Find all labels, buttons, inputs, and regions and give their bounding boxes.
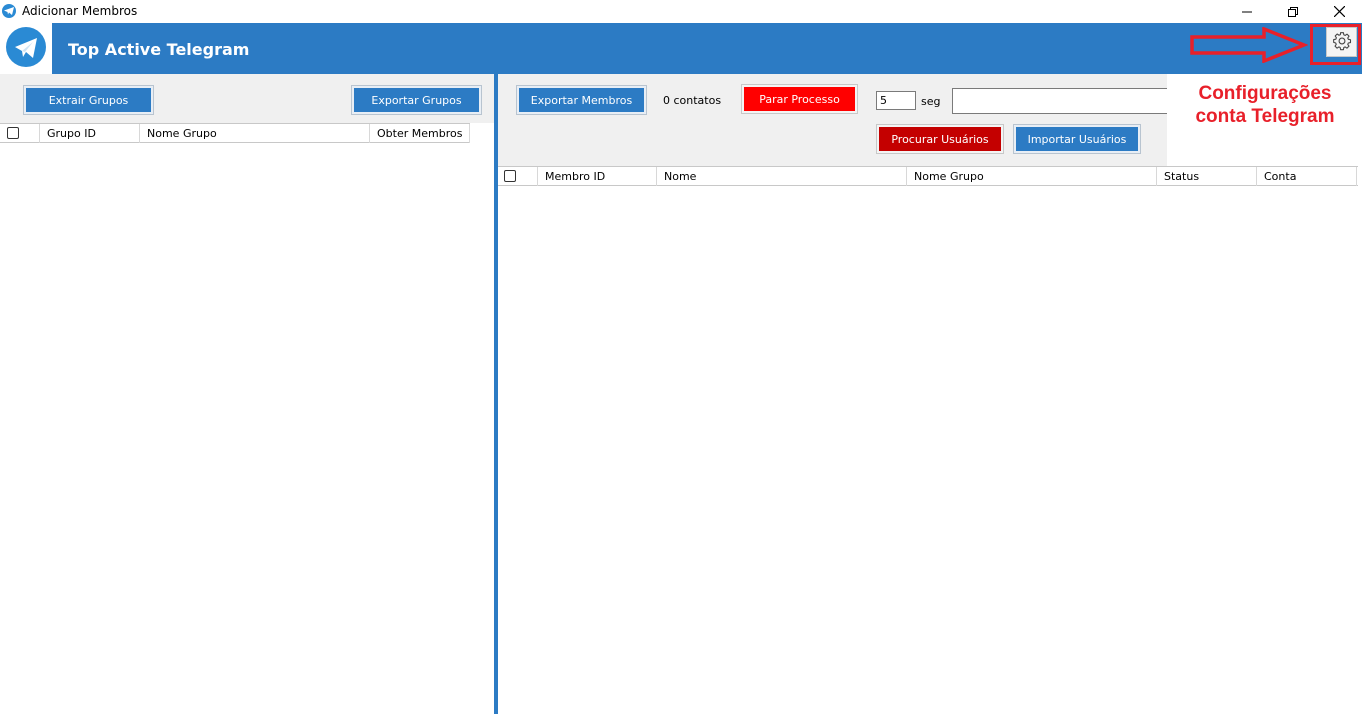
members-table-header: Membro ID Nome Nome Grupo Status Conta [498, 166, 1358, 186]
telegram-logo-icon [0, 23, 52, 74]
arrow-annotation [1190, 27, 1308, 63]
select-all-groups-checkbox[interactable] [7, 127, 19, 139]
settings-highlight-box [1310, 24, 1361, 65]
app-title: Top Active Telegram [68, 40, 250, 59]
delay-seconds-input[interactable]: 5 [876, 91, 916, 110]
groups-toolbar: Extrair Grupos Exportar Grupos [0, 74, 494, 123]
column-header-get-members[interactable]: Obter Membros [370, 124, 470, 143]
annotation-line-2: conta Telegram [1195, 106, 1335, 127]
members-panel: Exportar Membros 0 contatos Parar Proces… [498, 74, 1362, 714]
restore-button[interactable] [1270, 0, 1316, 23]
column-header-group-name[interactable]: Nome Grupo [140, 124, 370, 143]
groups-panel: Extrair Grupos Exportar Grupos Grupo ID … [0, 74, 494, 714]
app-header: Top Active Telegram [0, 23, 1362, 74]
groups-table-header: Grupo ID Nome Grupo Obter Membros [0, 123, 470, 143]
contacts-count: 0 contatos [663, 94, 722, 107]
search-users-button[interactable]: Procurar Usuários [876, 124, 1004, 154]
extract-groups-button[interactable]: Extrair Grupos [23, 85, 154, 115]
window-title: Adicionar Membros [22, 4, 138, 18]
members-toolbar: Exportar Membros 0 contatos Parar Proces… [498, 74, 1167, 166]
export-groups-button[interactable]: Exportar Grupos [351, 85, 482, 115]
minimize-button[interactable] [1224, 0, 1270, 23]
settings-annotation: Configurações conta Telegram [1168, 82, 1362, 128]
column-header-group-name[interactable]: Nome Grupo [907, 167, 1157, 186]
column-header-member-id[interactable]: Membro ID [537, 167, 657, 186]
stop-process-button[interactable]: Parar Processo [741, 84, 858, 114]
annotation-line-1: Configurações [1198, 83, 1332, 104]
export-members-button[interactable]: Exportar Membros [516, 85, 647, 115]
column-header-name[interactable]: Nome [657, 167, 907, 186]
import-users-button[interactable]: Importar Usuários [1013, 124, 1141, 154]
message-input[interactable] [952, 88, 1167, 114]
delay-unit-label: seg [921, 95, 941, 108]
column-header-status[interactable]: Status [1157, 167, 1257, 186]
telegram-icon [2, 4, 16, 18]
close-button[interactable] [1316, 0, 1362, 23]
window-titlebar: Adicionar Membros [0, 0, 1362, 23]
column-header-group-id[interactable]: Grupo ID [39, 124, 140, 143]
select-all-members-checkbox[interactable] [504, 170, 516, 182]
column-header-account[interactable]: Conta [1257, 167, 1357, 186]
